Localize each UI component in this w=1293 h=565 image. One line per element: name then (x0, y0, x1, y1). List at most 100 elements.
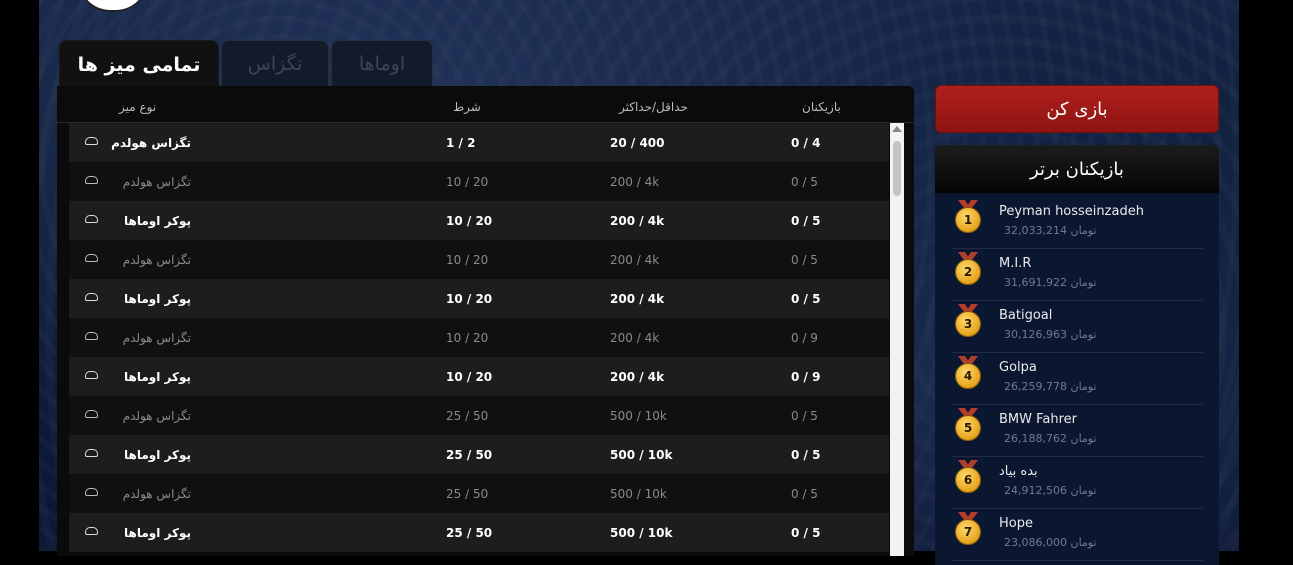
top-player-item[interactable]: 4 Golpa 26,259,778 تومان (951, 352, 1203, 405)
top-player-item[interactable]: 1 Peyman hosseinzadeh 32,033,214 تومان (951, 196, 1203, 249)
player-name: M.I.R (999, 256, 1032, 271)
table-icon (85, 371, 98, 379)
cell-bet: 10 / 20 (446, 370, 493, 384)
player-name: بده بیاد (999, 464, 1038, 479)
cell-min-max: 200 / 4k (610, 292, 665, 306)
medal-icon: 1 (955, 200, 981, 234)
table-icon (85, 137, 98, 145)
cell-table-name: تگزاس هولدم (122, 331, 191, 345)
cell-table-name: تگزاس هولدم (122, 409, 191, 423)
rank-badge: 7 (955, 519, 981, 545)
header-table-type[interactable]: نوع میز (119, 100, 156, 114)
play-button[interactable]: بازی کن (935, 85, 1219, 133)
top-player-item[interactable]: 6 بده بیاد 24,912,506 تومان (951, 456, 1203, 509)
tab-texas[interactable]: تگزاس (221, 40, 329, 86)
table-icon (85, 215, 98, 223)
rank-badge: 3 (955, 311, 981, 337)
player-money: 32,033,214 تومان (1004, 224, 1097, 237)
header-players[interactable]: بازیکنان (802, 100, 841, 114)
tab-omaha[interactable]: اوماها (331, 40, 433, 86)
medal-icon: 5 (955, 408, 981, 442)
cell-players: 0 / 5 (791, 526, 821, 540)
player-money: 31,691,922 تومان (1004, 276, 1097, 289)
cell-min-max: 500 / 10k (610, 487, 667, 501)
scroll-up-arrow-icon[interactable] (892, 126, 902, 132)
cell-players: 0 / 9 (791, 331, 818, 345)
table-row[interactable]: 0 / 5 200 / 4k 10 / 20 تگزاس هولدم (69, 240, 889, 279)
player-name: Batigoal (999, 308, 1053, 323)
rank-badge: 1 (955, 207, 981, 233)
cell-bet: 25 / 50 (446, 448, 493, 462)
table-header: نوع میز شرط حداقل/حداکثر بازیکنان (57, 86, 914, 123)
medal-icon: 4 (955, 356, 981, 390)
top-players-title: بازیکنان برتر (935, 145, 1219, 193)
player-name: Golpa (999, 360, 1037, 375)
medal-icon: 2 (955, 252, 981, 286)
header-min-max[interactable]: حداقل/حداکثر (619, 100, 688, 114)
table-row[interactable]: 0 / 5 500 / 10k 25 / 50 پوکر اوماها (69, 513, 889, 552)
table-icon (85, 254, 98, 262)
table-row[interactable]: 0 / 5 200 / 4k 10 / 20 پوکر اوماها (69, 279, 889, 318)
player-money: 26,259,778 تومان (1004, 380, 1097, 393)
header-bet[interactable]: شرط (453, 100, 481, 114)
player-money: 30,126,963 تومان (1004, 328, 1097, 341)
top-players-panel: بازیکنان برتر 1 Peyman hosseinzadeh 32,033… (935, 145, 1219, 565)
cell-bet: 10 / 20 (446, 292, 493, 306)
table-icon (85, 410, 98, 418)
cell-min-max: 200 / 4k (610, 214, 665, 228)
table-row[interactable]: 0 / 5 200 / 4k 10 / 20 پوکر اوماها (69, 201, 889, 240)
table-row[interactable]: 0 / 5 500 / 10k 25 / 50 پوکر اوماها (69, 435, 889, 474)
cell-table-name: پوکر اوماها (124, 292, 191, 306)
player-name: Hope (999, 516, 1033, 531)
cell-players: 0 / 5 (791, 487, 818, 501)
top-player-item[interactable]: 7 Hope 23,086,000 تومان (951, 508, 1203, 561)
medal-icon: 3 (955, 304, 981, 338)
cell-min-max: 500 / 10k (610, 409, 667, 423)
table-row[interactable]: 0 / 4 20 / 400 1 / 2 تگزاس هولدم (69, 123, 889, 162)
top-player-item[interactable]: 3 Batigoal 30,126,963 تومان (951, 300, 1203, 353)
cell-bet: 10 / 20 (446, 175, 489, 189)
table-icon (85, 488, 98, 496)
cell-bet: 10 / 20 (446, 253, 489, 267)
cell-table-name: تگزاس هولدم (122, 253, 191, 267)
top-player-item[interactable]: 2 M.I.R 31,691,922 تومان (951, 248, 1203, 301)
cell-table-name: پوکر اوماها (124, 448, 191, 462)
cell-min-max: 500 / 10k (610, 448, 673, 462)
table-scrollbar[interactable] (890, 123, 904, 556)
tables-panel: نوع میز شرط حداقل/حداکثر بازیکنان 0 / 4 2… (57, 86, 914, 556)
player-name: Peyman hosseinzadeh (999, 204, 1144, 219)
table-icon (85, 449, 98, 457)
cell-min-max: 20 / 400 (610, 136, 665, 150)
cell-table-name: پوکر اوماها (124, 526, 191, 540)
table-icon (85, 527, 98, 535)
cell-table-name: تگزاس هولدم (122, 175, 191, 189)
table-row[interactable]: 0 / 9 200 / 4k 10 / 20 پوکر اوماها (69, 357, 889, 396)
table-row[interactable]: 0 / 5 500 / 10k 25 / 50 تگزاس هولدم (69, 396, 889, 435)
table-row[interactable]: 0 / 9 200 / 4k 10 / 20 تگزاس هولدم (69, 318, 889, 357)
scroll-thumb[interactable] (893, 141, 901, 196)
top-player-item[interactable]: 5 BMW Fahrer 26,188,762 تومان (951, 404, 1203, 457)
cell-bet: 25 / 50 (446, 526, 493, 540)
medal-icon: 7 (955, 512, 981, 546)
player-money: 23,086,000 تومان (1004, 536, 1097, 549)
cell-players: 0 / 5 (791, 292, 821, 306)
cell-bet: 25 / 50 (446, 409, 489, 423)
cell-players: 0 / 4 (791, 136, 821, 150)
cell-min-max: 200 / 4k (610, 175, 660, 189)
table-row[interactable]: 0 / 5 200 / 4k 10 / 20 تگزاس هولدم (69, 162, 889, 201)
cell-min-max: 200 / 4k (610, 331, 660, 345)
table-row[interactable]: 0 / 5 500 / 10k 25 / 50 تگزاس هولدم (69, 474, 889, 513)
tab-all-tables[interactable]: تمامی میز ها (59, 40, 219, 88)
player-money: 24,912,506 تومان (1004, 484, 1097, 497)
cell-players: 0 / 5 (791, 214, 821, 228)
cell-players: 0 / 5 (791, 409, 818, 423)
table-icon (85, 176, 98, 184)
rank-badge: 6 (955, 467, 981, 493)
table-icon (85, 293, 98, 301)
cell-bet: 10 / 20 (446, 331, 489, 345)
cell-players: 0 / 5 (791, 448, 821, 462)
medal-icon: 6 (955, 460, 981, 494)
table-rows: 0 / 4 20 / 400 1 / 2 تگزاس هولدم 0 / 5 200 / … (69, 123, 889, 556)
cell-min-max: 500 / 10k (610, 526, 673, 540)
player-name: BMW Fahrer (999, 412, 1078, 427)
